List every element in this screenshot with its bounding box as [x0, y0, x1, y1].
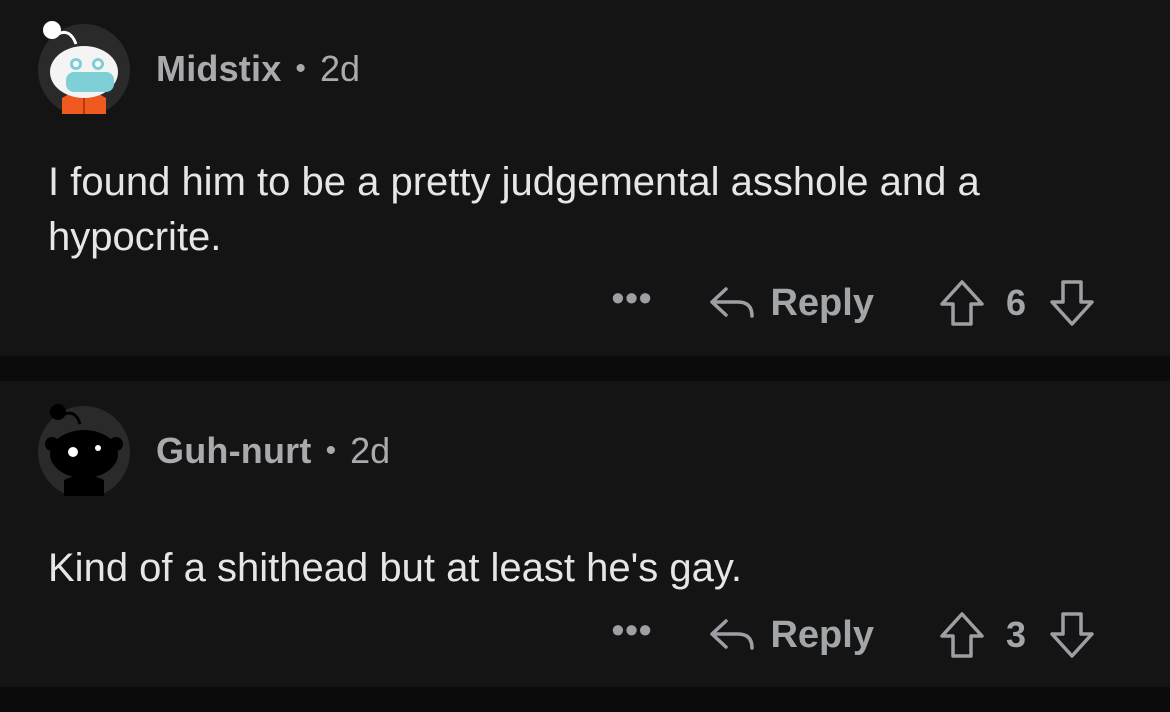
comment-feed: Midstix • 2d I found him to be a pretty …: [0, 0, 1170, 712]
snoo-avatar-black-icon: [38, 404, 130, 496]
comment-header: Midstix • 2d: [36, 18, 360, 114]
meta-separator: •: [325, 434, 337, 467]
comment-meta: Midstix • 2d: [156, 48, 360, 90]
username[interactable]: Midstix: [156, 48, 281, 90]
snoo-avatar-mask-icon: [38, 21, 130, 114]
username[interactable]: Guh-nurt: [156, 430, 312, 472]
reply-arrow-icon: [710, 619, 755, 650]
user-avatar[interactable]: [36, 18, 132, 114]
comment-meta: Guh-nurt • 2d: [156, 430, 390, 472]
upvote-arrow-icon[interactable]: [938, 278, 986, 328]
vote-controls: 3: [938, 610, 1096, 660]
downvote-arrow-icon[interactable]: [1048, 610, 1096, 660]
reply-arrow-icon: [710, 287, 755, 318]
comment-actions: ••• Reply 6: [612, 278, 1096, 328]
vote-controls: 6: [938, 278, 1096, 328]
reply-label: Reply: [770, 281, 874, 324]
vote-score: 6: [1005, 282, 1026, 323]
meta-separator: •: [295, 52, 306, 85]
comment-header: Guh-nurt • 2d: [36, 400, 390, 496]
reply-button[interactable]: Reply: [708, 281, 874, 325]
user-avatar[interactable]: [36, 400, 132, 496]
comment-body: I found him to be a pretty judgemental a…: [48, 160, 980, 259]
comment-age: 2d: [350, 430, 391, 471]
downvote-arrow-icon[interactable]: [1048, 278, 1096, 328]
comment-body: Kind of a shithead but at least he's gay…: [48, 546, 743, 590]
reply-button[interactable]: Reply: [708, 613, 874, 657]
comment-age: 2d: [319, 48, 360, 89]
more-options-icon[interactable]: •••: [612, 612, 653, 658]
vote-score: 3: [1005, 614, 1026, 655]
comment-actions: ••• Reply 3: [612, 610, 1096, 660]
comment-card: Midstix • 2d I found him to be a pretty …: [0, 0, 1170, 356]
more-options-icon[interactable]: •••: [612, 280, 653, 326]
upvote-arrow-icon[interactable]: [938, 610, 986, 660]
comment-card: Guh-nurt • 2d Kind of a shithead but at …: [0, 381, 1170, 687]
reply-label: Reply: [770, 613, 874, 656]
